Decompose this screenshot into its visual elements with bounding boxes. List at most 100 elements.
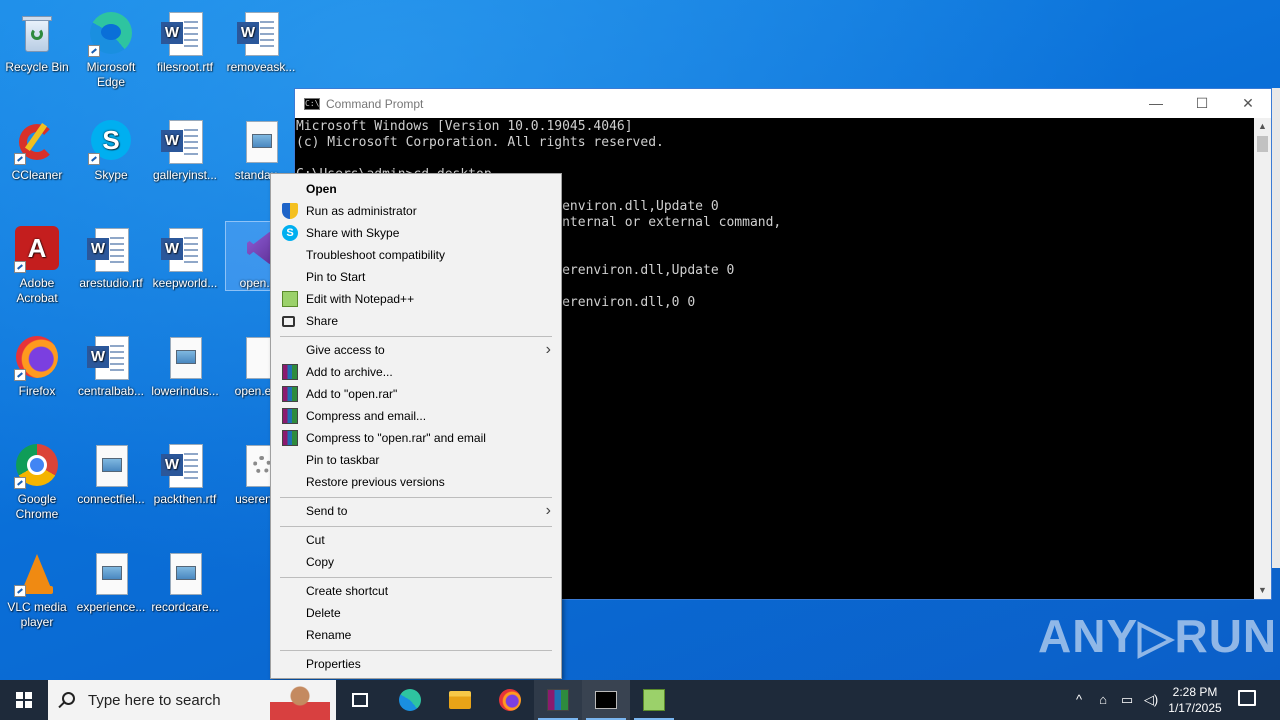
firefox-icon [13, 334, 61, 382]
menu-item-edit-notepadpp[interactable]: Edit with Notepad++ [273, 288, 559, 310]
google-chrome-shortcut[interactable]: Google Chrome [0, 438, 74, 522]
clock-time: 2:28 PM [1172, 685, 1218, 699]
connectfiel-file[interactable]: connectfiel... [74, 438, 148, 507]
taskbar-file-explorer[interactable] [436, 680, 484, 720]
word-doc-icon: W [161, 442, 209, 490]
icon-label: Adobe Acrobat [16, 276, 58, 305]
menu-item-share-skype[interactable]: S Share with Skype [273, 222, 559, 244]
icon-label: Google Chrome [15, 492, 59, 521]
winrar-icon [282, 364, 298, 380]
edge-shortcut[interactable]: Microsoft Edge [74, 6, 148, 90]
menu-label: Troubleshoot compatibility [306, 248, 445, 262]
close-button[interactable]: ✕ [1225, 89, 1271, 118]
centralbab-file[interactable]: W centralbab... [74, 330, 148, 399]
taskbar-command-prompt[interactable] [582, 680, 630, 720]
filesroot-file[interactable]: W filesroot.rtf [148, 6, 222, 75]
console-scrollbar[interactable]: ▲ ▼ [1254, 118, 1271, 599]
folder-icon [449, 691, 471, 709]
start-button[interactable] [0, 680, 48, 720]
icon-label: packthen.rtf [153, 492, 217, 506]
icon-label: experience... [76, 600, 146, 614]
firefox-shortcut[interactable]: Firefox [0, 330, 74, 399]
clock-date: 1/17/2025 [1168, 701, 1222, 715]
menu-item-create-shortcut[interactable]: Create shortcut [273, 580, 559, 602]
menu-label: Give access to [306, 343, 385, 357]
scroll-up-icon[interactable]: ▲ [1254, 118, 1271, 135]
menu-item-share[interactable]: Share [273, 310, 559, 332]
menu-item-pin-taskbar[interactable]: Pin to taskbar [273, 449, 559, 471]
recycle-bin-shortcut[interactable]: Recycle Bin [0, 6, 74, 75]
cmd-title: Command Prompt [326, 96, 424, 111]
icon-label: CCleaner [11, 168, 63, 182]
menu-item-troubleshoot[interactable]: Troubleshoot compatibility [273, 244, 559, 266]
menu-label: Create shortcut [306, 584, 389, 598]
icon-label: filesroot.rtf [156, 60, 213, 74]
vlc-icon [13, 550, 61, 598]
menu-item-properties[interactable]: Properties [273, 653, 559, 675]
menu-item-compress-rar-email[interactable]: Compress to "open.rar" and email [273, 427, 559, 449]
menu-item-copy[interactable]: Copy [273, 551, 559, 573]
console-line: Microsoft Windows [Version 10.0.19045.40… [296, 119, 633, 134]
recordcare-file[interactable]: recordcare... [148, 546, 222, 615]
menu-item-give-access[interactable]: Give access to › [273, 339, 559, 361]
word-doc-icon: W [237, 10, 285, 58]
scroll-thumb[interactable] [1257, 136, 1268, 152]
menu-item-pin-start[interactable]: Pin to Start [273, 266, 559, 288]
menu-item-add-rar[interactable]: Add to "open.rar" [273, 383, 559, 405]
packthen-file[interactable]: W packthen.rtf [148, 438, 222, 507]
menu-item-cut[interactable]: Cut [273, 529, 559, 551]
menu-label: Pin to Start [306, 270, 366, 284]
menu-label: Compress to "open.rar" and email [306, 431, 486, 445]
vlc-shortcut[interactable]: VLC media player [0, 546, 74, 630]
minimize-button[interactable]: — [1133, 89, 1179, 118]
clock[interactable]: 2:28 PM 1/17/2025 [1160, 680, 1230, 720]
meet-now-icon[interactable]: ⌂ [1094, 691, 1112, 709]
search-highlight-icon [270, 682, 330, 720]
menu-separator [280, 526, 552, 527]
ccleaner-shortcut[interactable]: CCleaner [0, 114, 74, 183]
menu-item-compress-email[interactable]: Compress and email... [273, 405, 559, 427]
menu-item-run-as-admin[interactable]: Run as administrator [273, 200, 559, 222]
menu-item-open[interactable]: Open [273, 178, 559, 200]
experience-file[interactable]: experience... [74, 546, 148, 615]
menu-separator [280, 577, 552, 578]
adobe-acrobat-shortcut[interactable]: A Adobe Acrobat [0, 222, 74, 306]
notepadpp-icon [643, 689, 665, 711]
icon-label: lowerindus... [151, 384, 219, 398]
maximize-button[interactable]: ☐ [1179, 89, 1225, 118]
uac-shield-icon [282, 203, 298, 219]
volume-icon[interactable]: ◁) [1142, 691, 1160, 709]
context-menu: Open Run as administrator S Share with Sk… [270, 173, 562, 679]
image-doc-icon [87, 550, 135, 598]
galleryinst-file[interactable]: W galleryinst... [148, 114, 222, 183]
removeask-file[interactable]: W removeask... [224, 6, 298, 75]
tray-chevron-icon[interactable]: ^ [1070, 691, 1088, 709]
menu-item-add-archive[interactable]: Add to archive... [273, 361, 559, 383]
menu-item-rename[interactable]: Rename [273, 624, 559, 646]
menu-item-restore-versions[interactable]: Restore previous versions [273, 471, 559, 493]
cmd-titlebar[interactable]: C:\ Command Prompt — ☐ ✕ [295, 89, 1271, 118]
task-view-button[interactable] [336, 680, 384, 720]
edge-icon [87, 10, 135, 58]
menu-label: Add to "open.rar" [306, 387, 398, 401]
skype-shortcut[interactable]: S Skype [74, 114, 148, 183]
scroll-down-icon[interactable]: ▼ [1254, 582, 1271, 599]
word-doc-icon: W [161, 226, 209, 274]
winrar-icon [282, 386, 298, 402]
menu-label: Restore previous versions [306, 475, 445, 489]
taskbar-edge[interactable] [386, 680, 434, 720]
menu-item-send-to[interactable]: Send to › [273, 500, 559, 522]
menu-item-delete[interactable]: Delete [273, 602, 559, 624]
keepworld-file[interactable]: W keepworld... [148, 222, 222, 291]
network-icon[interactable]: ▭ [1118, 691, 1136, 709]
adobe-acrobat-icon: A [13, 226, 61, 274]
taskbar-winrar[interactable] [534, 680, 582, 720]
taskbar-search-box[interactable]: Type here to search [48, 680, 336, 720]
winrar-icon [282, 430, 298, 446]
notification-icon[interactable] [1238, 690, 1256, 706]
taskbar-notepadpp[interactable] [630, 680, 678, 720]
lowerindus-file[interactable]: lowerindus... [148, 330, 222, 399]
arestudio-file[interactable]: W arestudio.rtf [74, 222, 148, 291]
taskbar-firefox[interactable] [486, 680, 534, 720]
